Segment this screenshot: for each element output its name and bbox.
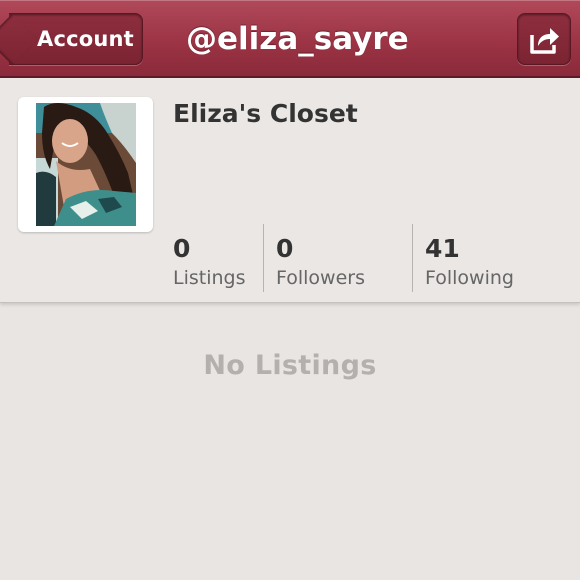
stat-following[interactable]: 41 Following <box>425 234 514 292</box>
avatar-frame[interactable] <box>18 97 153 232</box>
profile-header: Eliza's Closet 0 Listings 0 Followers 41… <box>0 78 580 303</box>
stat-divider <box>263 224 264 292</box>
listings-label: Listings <box>173 267 246 289</box>
page-title: @eliza_sayre <box>186 21 409 57</box>
following-label: Following <box>425 267 514 289</box>
empty-listings-message: No Listings <box>203 350 377 381</box>
following-count: 41 <box>425 234 460 263</box>
stat-followers[interactable]: 0 Followers <box>276 234 365 292</box>
closet-name: Eliza's Closet <box>173 99 358 128</box>
stat-listings[interactable]: 0 Listings <box>173 234 246 292</box>
avatar <box>36 103 136 226</box>
stat-divider <box>412 224 413 292</box>
share-icon <box>530 28 559 54</box>
profile-photo <box>36 103 136 226</box>
back-button-label: Account <box>37 27 134 51</box>
followers-label: Followers <box>276 267 365 289</box>
back-button[interactable]: Account <box>9 13 143 65</box>
followers-count: 0 <box>276 234 294 263</box>
nav-bar: Account @eliza_sayre <box>0 0 580 78</box>
share-button[interactable] <box>517 13 571 65</box>
listings-count: 0 <box>173 234 191 263</box>
